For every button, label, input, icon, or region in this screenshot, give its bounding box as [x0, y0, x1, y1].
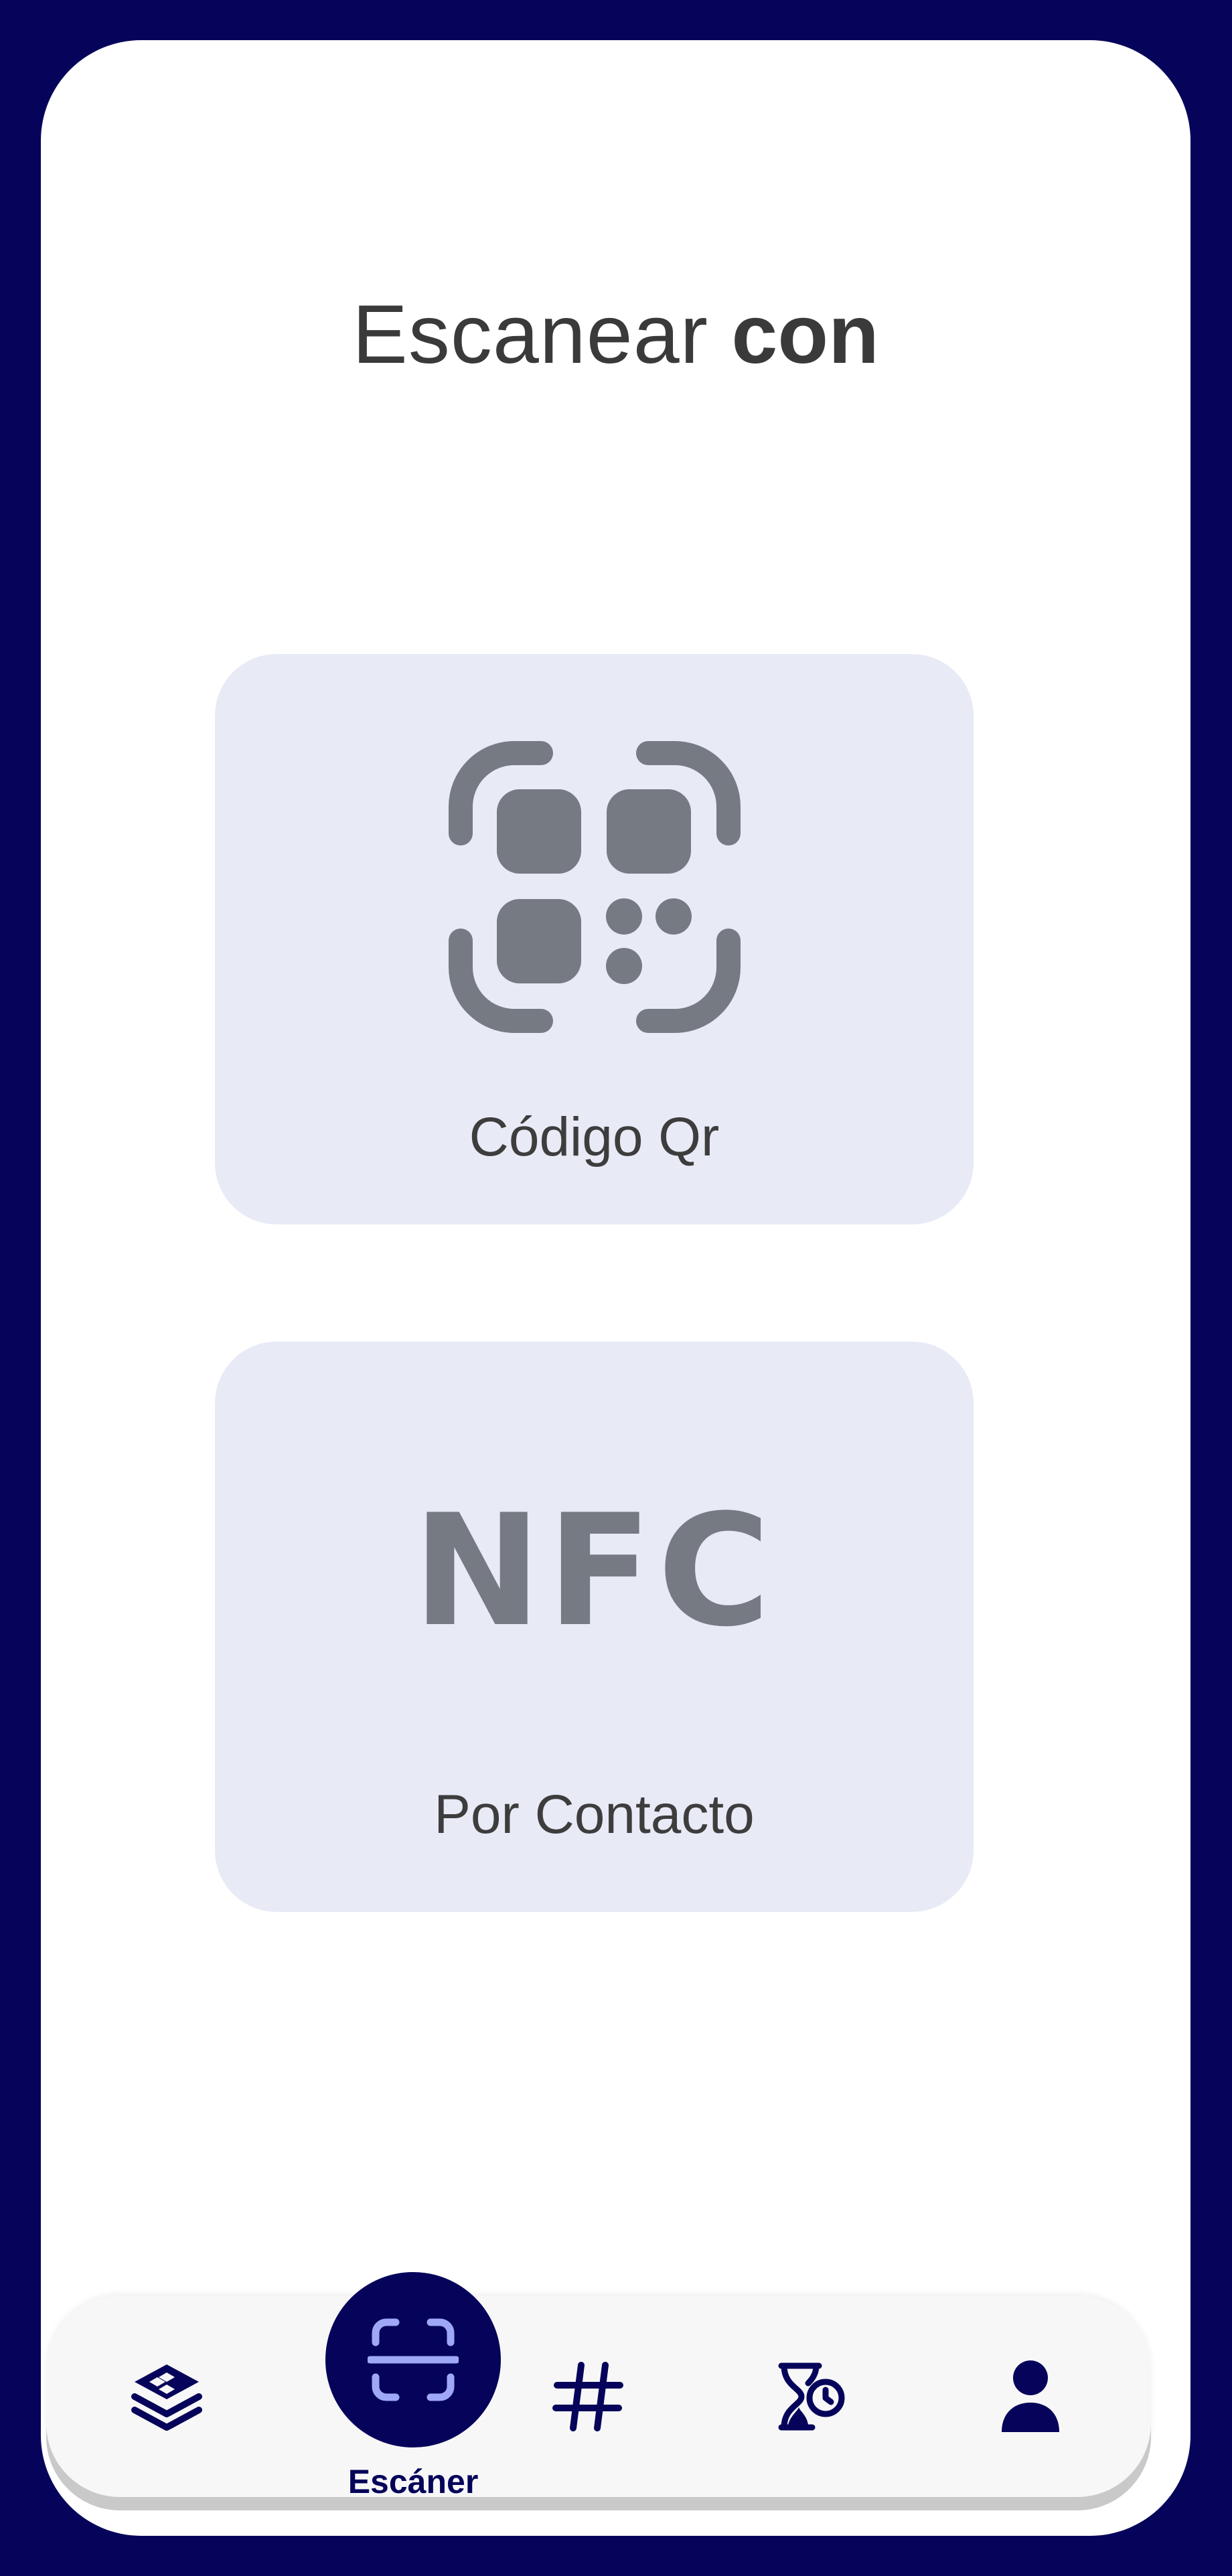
nav-item-history[interactable]: [749, 2296, 870, 2497]
scanner-nav-button[interactable]: [325, 2272, 501, 2447]
page-title: Escanear con: [41, 281, 1190, 388]
bottom-navigation: [46, 2296, 1151, 2497]
layers-icon: [131, 2364, 202, 2431]
scanner-nav-label: Escáner: [348, 2463, 479, 2500]
nfc-option-label: Por Contacto: [434, 1784, 755, 1845]
app-screen: Escanear con Código Qr NFC Por Contacto …: [41, 40, 1190, 2536]
nav-item-layers[interactable]: [106, 2296, 227, 2497]
scan-icon: [368, 2318, 459, 2401]
qr-code-option-label: Código Qr: [469, 1107, 720, 1168]
nfc-option-card[interactable]: NFC Por Contacto: [215, 1342, 974, 1912]
nav-item-hashtag[interactable]: [528, 2296, 649, 2497]
qr-scan-icon: [448, 741, 741, 1033]
nav-item-profile[interactable]: [970, 2296, 1091, 2497]
nfc-icon: NFC: [412, 1482, 776, 1661]
phone-frame: Escanear con Código Qr NFC Por Contacto …: [0, 0, 1232, 2576]
user-icon: [1002, 2360, 1059, 2432]
hashtag-icon: [552, 2362, 623, 2431]
page-title-bold: con: [731, 289, 879, 381]
qr-code-option-card[interactable]: Código Qr: [215, 654, 974, 1224]
page-title-light: Escanear: [352, 289, 708, 381]
hourglass-clock-icon: [778, 2362, 845, 2431]
